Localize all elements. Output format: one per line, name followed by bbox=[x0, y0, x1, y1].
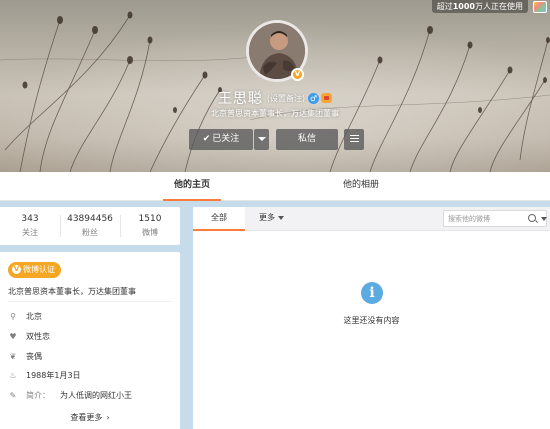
info-relationship: ❦ 丧偶 bbox=[9, 352, 42, 361]
profile-info-card: V 微博认证 北京普思资本董事长，万达集团董事 ⚲ 北京 ♥ 双性恋 ❦ 丧偶 ♨ 198… bbox=[0, 252, 180, 429]
info-orientation: ♥ 双性恋 bbox=[9, 332, 50, 341]
weibo-verified-badge[interactable]: V 微博认证 bbox=[8, 262, 61, 278]
profile-bio: 北京普思资本董事长，万达集团董事 bbox=[211, 109, 339, 118]
info-icon: i bbox=[361, 282, 383, 304]
stat-weibo[interactable]: 1510 微博 bbox=[120, 207, 180, 245]
feed-tab-all[interactable]: 全部 bbox=[193, 207, 245, 231]
profile-cover: 超过1000万人正在使用 V 王思聪 (设置备注) ♂ 北京普思资本董事长，万达集团… bbox=[0, 0, 550, 172]
info-intro: ✎ 简介： 为人低调的网红小王 bbox=[9, 391, 132, 400]
empty-state-text: 这里还没有内容 bbox=[343, 316, 400, 325]
set-remark-link[interactable]: (设置备注) bbox=[267, 93, 305, 104]
profile-tabbar: 他的主页 他的相册 bbox=[0, 172, 550, 201]
feed-filter-bar: 全部 更多 bbox=[193, 207, 550, 231]
verified-v-icon: V bbox=[12, 264, 21, 274]
verified-description: 北京普思资本董事长，万达集团董事 bbox=[8, 287, 136, 296]
private-message-button[interactable]: 私信 bbox=[276, 129, 338, 150]
stat-following[interactable]: 343 关注 bbox=[0, 207, 60, 245]
info-location: ⚲ 北京 bbox=[8, 311, 42, 323]
caret-down-icon bbox=[257, 136, 266, 141]
profile-name-row: 王思聪 (设置备注) ♂ bbox=[0, 88, 550, 107]
search-input[interactable] bbox=[448, 212, 524, 225]
stat-followers[interactable]: 43894456 粉丝 bbox=[60, 207, 120, 245]
chevron-right-icon: › bbox=[106, 413, 110, 422]
online-users-badge: 超过1000万人正在使用 bbox=[431, 0, 528, 13]
profile-name: 王思聪 bbox=[217, 91, 263, 107]
male-gender-icon: ♂ bbox=[308, 92, 320, 104]
chevron-down-icon bbox=[278, 215, 284, 220]
divider bbox=[8, 301, 172, 302]
app-logo-icon[interactable] bbox=[533, 1, 547, 13]
weibo-search-box bbox=[443, 210, 547, 227]
tab-album[interactable]: 他的相册 bbox=[334, 172, 388, 201]
more-menu-button[interactable] bbox=[344, 129, 364, 150]
menu-icon bbox=[349, 135, 359, 142]
check-icon: ✔ bbox=[202, 134, 211, 144]
location-pin-icon: ⚲ bbox=[10, 312, 16, 321]
pencil-icon: ✎ bbox=[9, 391, 17, 400]
cake-icon: ♨ bbox=[9, 371, 17, 380]
verified-v-icon: V bbox=[291, 68, 304, 81]
feed-panel: 全部 更多 i 这里还没有内容 bbox=[193, 207, 550, 429]
member-club-icon[interactable] bbox=[321, 93, 333, 103]
hearts-icon: ❦ bbox=[9, 352, 17, 361]
following-button[interactable]: ✔ 已关注 bbox=[189, 129, 253, 150]
view-more-link[interactable]: 查看更多 › bbox=[0, 412, 180, 423]
stats-card: 343 关注 43894456 粉丝 1510 微博 bbox=[0, 207, 180, 245]
search-options-dropdown[interactable] bbox=[541, 217, 547, 221]
follow-options-dropdown[interactable] bbox=[254, 129, 269, 150]
feed-tab-more[interactable]: 更多 bbox=[259, 207, 284, 231]
info-birthday: ♨ 1988年1月3日 bbox=[9, 371, 81, 380]
search-icon[interactable] bbox=[528, 214, 536, 222]
heart-icon: ♥ bbox=[9, 332, 17, 341]
tab-home[interactable]: 他的主页 bbox=[163, 172, 221, 201]
